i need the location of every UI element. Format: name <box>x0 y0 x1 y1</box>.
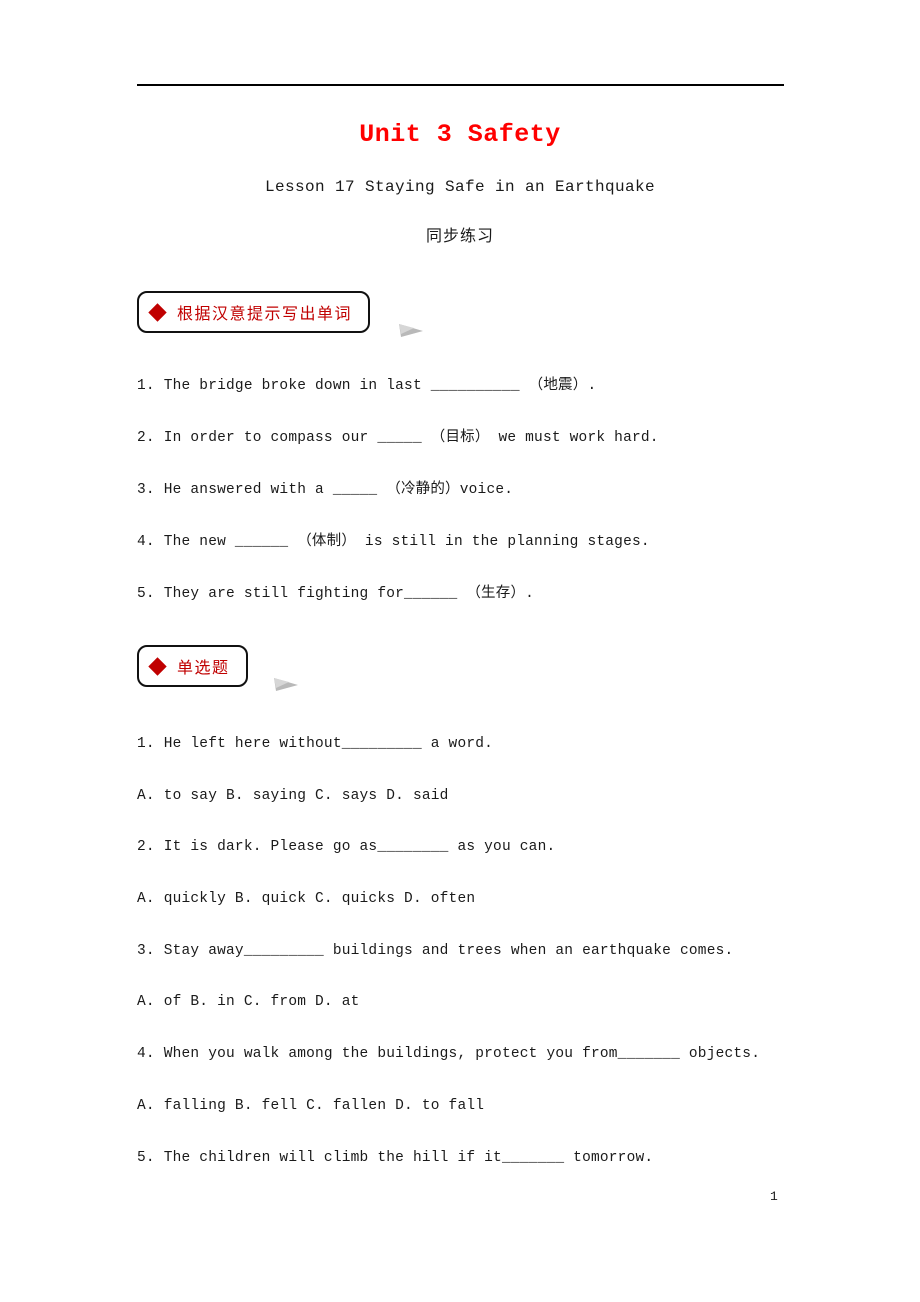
diamond-bullet-icon <box>148 656 167 676</box>
question-item: 2. In order to compass our _____ （目标） we… <box>137 430 659 446</box>
option-row: A. to say B. saying C. says D. said <box>137 788 449 804</box>
question-item: 3. Stay away_________ buildings and tree… <box>137 943 734 959</box>
exercise-label: 同步练习 <box>425 226 494 245</box>
question-item: 3. He answered with a _____ （冷静的）voice. <box>137 482 514 498</box>
section-badge-multiple-choice: 单选题 <box>137 645 298 691</box>
question-item: 5. The children will climb the hill if i… <box>137 1150 654 1166</box>
section-badge-box: 根据汉意提示写出单词 <box>137 291 371 333</box>
diamond-bullet-icon <box>148 302 167 322</box>
option-row: A. of B. in C. from D. at <box>137 994 360 1010</box>
badge-shadow-tail-icon <box>274 676 300 692</box>
lesson-subtitle: Lesson 17 Staying Safe in an Earthquake <box>264 178 656 196</box>
question-item: 4. When you walk among the buildings, pr… <box>137 1046 761 1062</box>
section-badge-box: 单选题 <box>137 645 248 687</box>
question-item: 1. He left here without_________ a word. <box>137 736 494 752</box>
section-badge-label: 根据汉意提示写出单词 <box>177 304 353 323</box>
option-row: A. quickly B. quick C. quicks D. often <box>137 891 476 907</box>
page-title: Unit 3 Safety <box>359 120 561 149</box>
section-badge-label: 单选题 <box>177 658 230 677</box>
page-number: 1 <box>770 1189 778 1204</box>
question-item: 4. The new ______ （体制） is still in the p… <box>137 534 650 550</box>
question-item: 2. It is dark. Please go as________ as y… <box>137 839 556 855</box>
worksheet-page: Unit 3 Safety Lesson 17 Staying Safe in … <box>0 0 920 1302</box>
option-row: A. falling B. fell C. fallen D. to fall <box>137 1098 485 1114</box>
section-badge-fill-in-the-blank: 根据汉意提示写出单词 <box>137 291 423 337</box>
header-rule <box>137 84 784 86</box>
question-item: 5. They are still fighting for______ （生存… <box>137 586 535 602</box>
badge-shadow-tail-icon <box>399 322 425 338</box>
question-item: 1. The bridge broke down in last _______… <box>137 378 597 394</box>
